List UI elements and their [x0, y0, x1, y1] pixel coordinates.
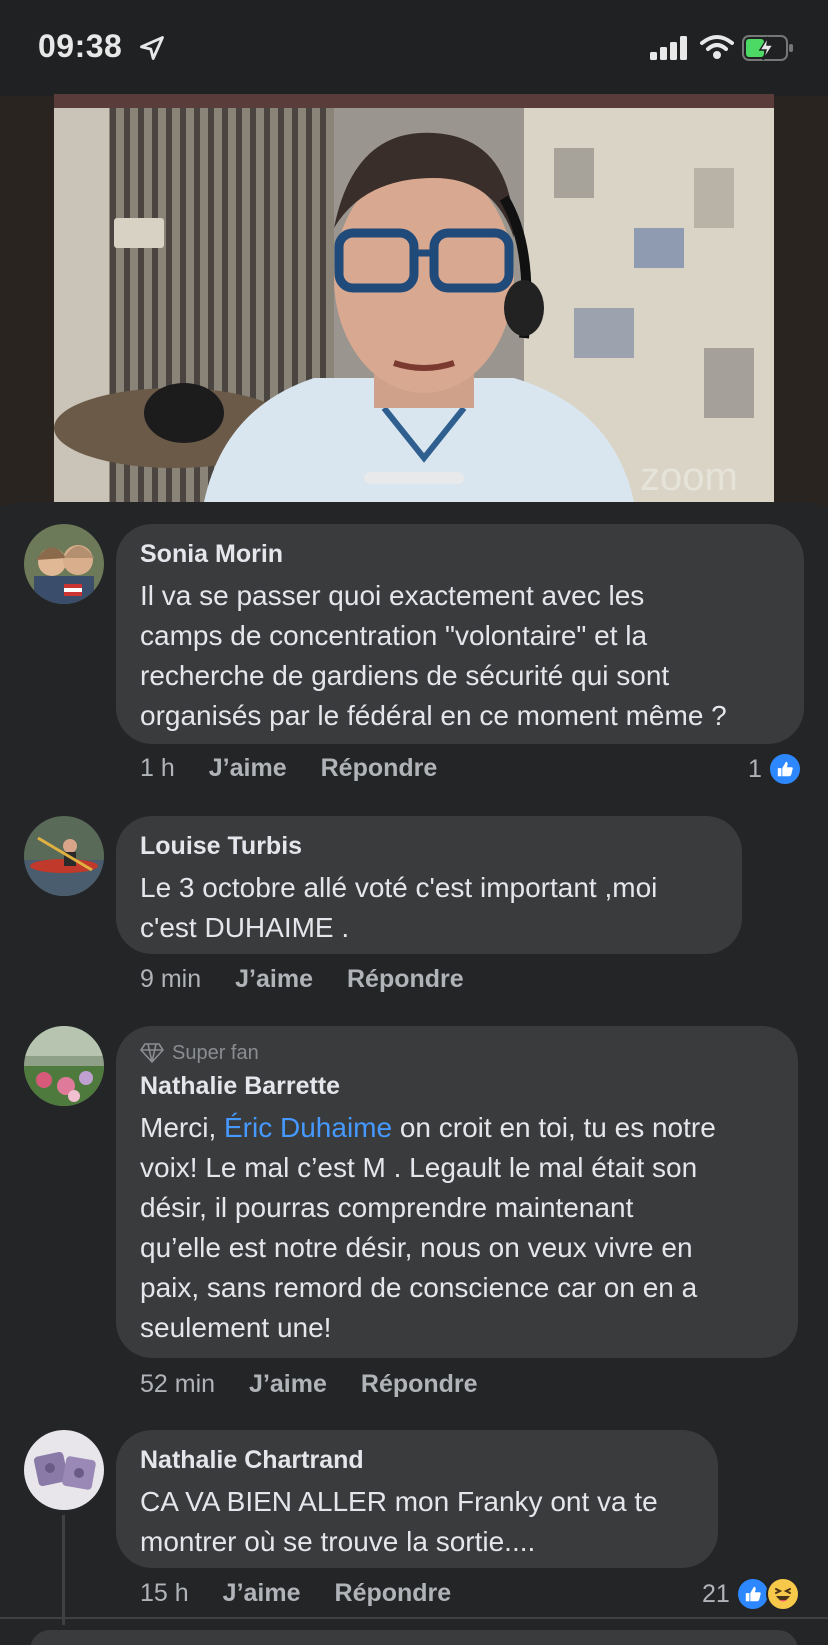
comment-text-line: CA VA BIEN ALLER mon Franky ont va te — [140, 1486, 658, 1517]
comment-text-line: camps de concentration "volontaire" et l… — [140, 620, 648, 651]
super-fan-badge: Super fan — [140, 1040, 774, 1066]
reaction-count: 21 — [702, 1579, 730, 1608]
comment-text-line: qu’elle est notre désir, nous on veux vi… — [140, 1232, 693, 1263]
like-reaction-icon — [735, 1577, 770, 1611]
avatar[interactable] — [24, 524, 104, 604]
comment-composer[interactable] — [30, 1630, 798, 1645]
reply-thread-line — [62, 1515, 65, 1625]
comment-text-prefix: Merci, — [140, 1112, 224, 1143]
comment-text-line: Le 3 octobre allé voté c'est important ,… — [140, 872, 658, 903]
comment-bubble[interactable]: Sonia Morin Il va se passer quoi exactem… — [116, 524, 804, 744]
like-reaction-icon — [767, 752, 802, 786]
comment-text-line: montrer où se trouve la sortie.... — [140, 1526, 536, 1557]
comment-text-line: désir, il pourras comprendre maintenant — [140, 1192, 634, 1223]
like-button[interactable]: J’aime — [209, 754, 287, 783]
comment-bubble[interactable]: Nathalie Chartrand CA VA BIEN ALLER mon … — [116, 1430, 718, 1568]
comment-bubble[interactable]: Louise Turbis Le 3 octobre allé voté c'e… — [116, 816, 742, 954]
like-button[interactable]: J’aime — [249, 1370, 327, 1399]
comment-timestamp[interactable]: 52 min — [140, 1370, 215, 1399]
reaction-summary[interactable]: 1 — [748, 752, 802, 786]
comment-text-line: recherche de gardiens de sécurité qui so… — [140, 660, 670, 691]
comment-timestamp[interactable]: 1 h — [140, 754, 175, 783]
comment-text-line: c'est DUHAIME . — [140, 912, 350, 943]
wifi-icon — [700, 35, 734, 59]
reply-button[interactable]: Répondre — [335, 1579, 452, 1608]
zoom-watermark: zoom — [640, 455, 738, 499]
divider — [0, 1617, 828, 1619]
comment-author[interactable]: Nathalie Chartrand — [140, 1444, 694, 1476]
comment-text-line: seulement une! — [140, 1312, 332, 1343]
comment-author[interactable]: Louise Turbis — [140, 830, 718, 862]
comment-actions: 52 min J’aime Répondre — [140, 1370, 478, 1399]
comment-text-line: voix! Le mal c’est M . Legault le mal ét… — [140, 1152, 698, 1183]
like-button[interactable]: J’aime — [235, 965, 313, 994]
reply-button[interactable]: Répondre — [361, 1370, 478, 1399]
comment-actions: 1 h J’aime Répondre — [140, 754, 437, 783]
reaction-count: 1 — [748, 754, 762, 783]
sheet-drag-handle[interactable] — [364, 472, 464, 484]
super-fan-label: Super fan — [172, 1042, 259, 1064]
haha-reaction-icon — [765, 1577, 800, 1611]
comment-actions: 9 min J’aime Répondre — [140, 965, 464, 994]
mention-link[interactable]: Éric Duhaime — [224, 1112, 392, 1143]
comment-author[interactable]: Nathalie Barrette — [140, 1070, 774, 1102]
status-time: 09:38 — [38, 28, 123, 64]
avatar[interactable] — [24, 816, 104, 896]
location-arrow-icon — [140, 36, 164, 60]
comment-actions: 15 h J’aime Répondre — [140, 1579, 451, 1608]
avatar[interactable] — [24, 1430, 104, 1510]
comment-timestamp[interactable]: 15 h — [140, 1579, 189, 1608]
comment-text-line: Il va se passer quoi exactement avec les — [140, 580, 645, 611]
battery-charging-icon — [742, 35, 793, 61]
comment-text-suffix: on croit en toi, tu es notre — [392, 1112, 716, 1143]
comment-author[interactable]: Sonia Morin — [140, 538, 780, 570]
signal-bars-icon — [650, 36, 687, 60]
video-thumbnail — [54, 108, 774, 502]
reply-button[interactable]: Répondre — [321, 754, 438, 783]
reply-button[interactable]: Répondre — [347, 965, 464, 994]
comment-text-line: organisés par le fédéral en ce moment mê… — [140, 700, 727, 731]
reaction-summary[interactable]: 21 — [702, 1577, 800, 1611]
comment-text-line: Merci, Éric Duhaime on croit en toi, tu … — [140, 1108, 774, 1148]
comment-bubble[interactable]: Super fan Nathalie Barrette Merci, Éric … — [116, 1026, 798, 1358]
avatar[interactable] — [24, 1026, 104, 1106]
like-button[interactable]: J’aime — [223, 1579, 301, 1608]
comment-timestamp[interactable]: 9 min — [140, 965, 201, 994]
comment-text-line: paix, sans remord de conscience car on e… — [140, 1272, 698, 1303]
video-frame[interactable] — [54, 94, 774, 502]
status-bar: 09:38 — [0, 0, 828, 96]
diamond-icon — [140, 1043, 164, 1063]
